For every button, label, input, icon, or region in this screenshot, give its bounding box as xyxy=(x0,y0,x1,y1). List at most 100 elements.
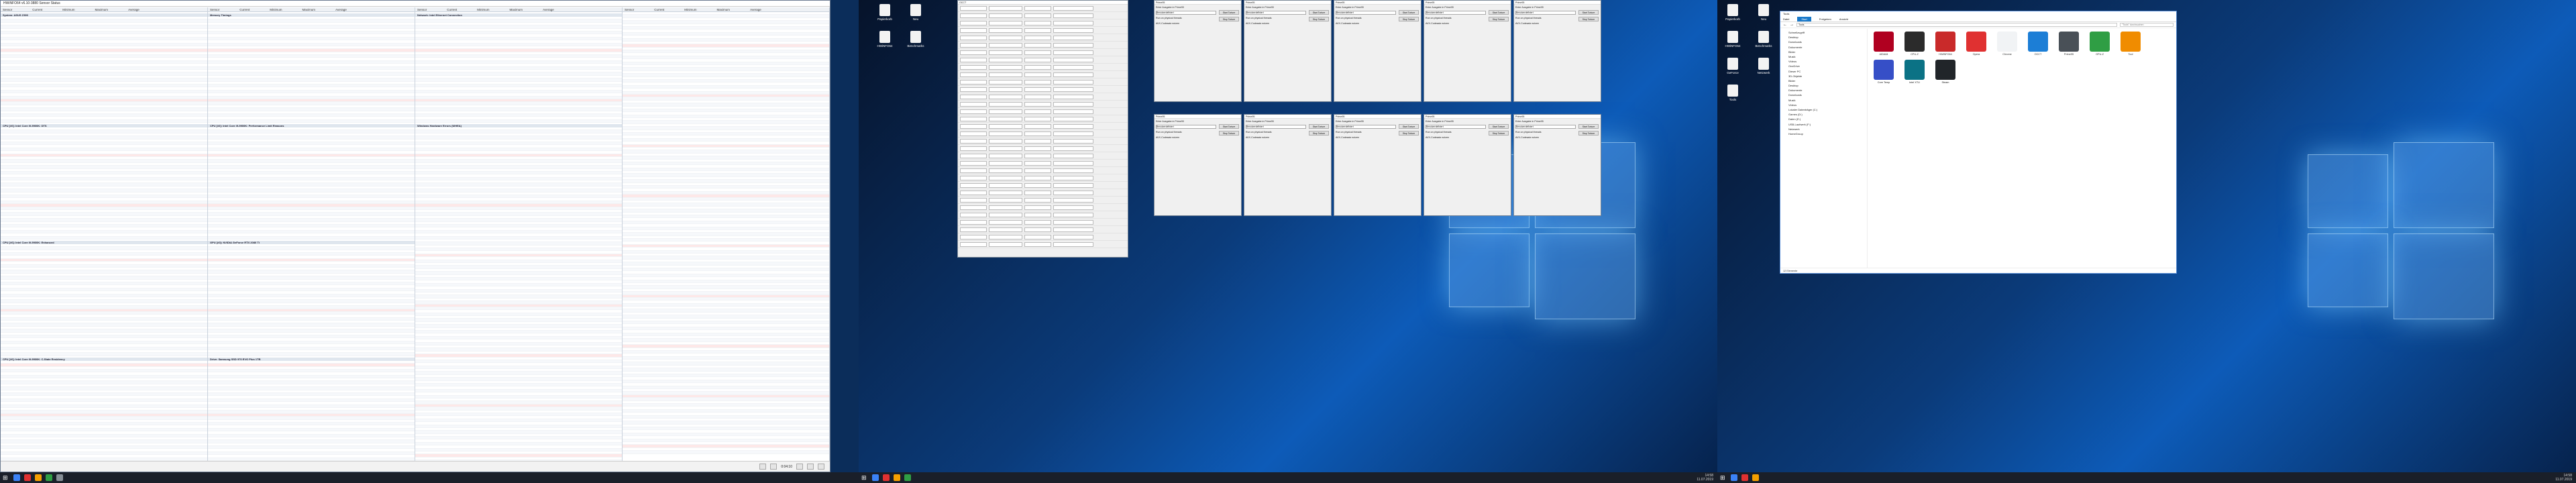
stop-torture-button[interactable]: Stop Torture xyxy=(1489,17,1509,21)
opera-icon[interactable] xyxy=(24,474,31,481)
form-field[interactable] xyxy=(1024,20,1051,25)
clock[interactable]: 14:58 11.07.2019 xyxy=(2555,474,2572,482)
form-field[interactable] xyxy=(1053,212,1093,217)
file-item[interactable]: Steam xyxy=(1932,60,1959,84)
form-field[interactable] xyxy=(1024,87,1051,92)
sensor-row[interactable] xyxy=(208,353,415,356)
sensor-row[interactable] xyxy=(1,353,207,356)
avx-checkbox[interactable]: AVX-Codesatz nutzen xyxy=(1244,21,1331,26)
nav-item[interactable]: Videos xyxy=(1782,59,1866,64)
start-torture-button[interactable]: Start Torture xyxy=(1578,124,1599,129)
tab-freigeben[interactable]: Freigeben xyxy=(1819,17,1831,21)
form-field[interactable] xyxy=(989,116,1022,121)
opera-icon[interactable] xyxy=(883,474,890,481)
form-field[interactable] xyxy=(960,109,987,114)
form-field[interactable] xyxy=(960,101,987,107)
form-field[interactable] xyxy=(1024,101,1051,107)
nav-item[interactable]: Games (D:) xyxy=(1782,112,1866,117)
nav-item[interactable]: Desktop xyxy=(1782,83,1866,88)
form-field[interactable] xyxy=(960,64,987,70)
form-field[interactable] xyxy=(989,168,1022,173)
form-field[interactable] xyxy=(1024,94,1051,99)
form-field[interactable] xyxy=(960,42,987,48)
form-field[interactable] xyxy=(1024,5,1051,11)
form-field[interactable] xyxy=(989,35,1022,40)
nav-item[interactable]: Musik xyxy=(1782,54,1866,59)
windows-start-icon[interactable]: ⊞ xyxy=(3,474,9,481)
form-field[interactable] xyxy=(989,20,1022,25)
form-field[interactable] xyxy=(1053,123,1093,129)
form-field[interactable] xyxy=(1024,197,1051,203)
form-field[interactable] xyxy=(960,123,987,129)
form-field[interactable] xyxy=(1053,109,1093,114)
file-item[interactable]: CPU-Z xyxy=(1901,32,1928,56)
sensor-row[interactable] xyxy=(415,119,622,123)
sensor-row[interactable] xyxy=(208,236,415,239)
prime95-window[interactable]: Prime95 Enter Ausgabe in Prime95 Benutzerd… xyxy=(1513,114,1601,216)
form-field[interactable] xyxy=(1053,57,1093,62)
form-field[interactable] xyxy=(960,160,987,166)
file-item[interactable]: Core Temp xyxy=(1870,60,1897,84)
form-field[interactable] xyxy=(1053,227,1093,232)
form-field[interactable] xyxy=(1024,123,1051,129)
form-field[interactable] xyxy=(1053,101,1093,107)
form-field[interactable] xyxy=(1053,94,1093,99)
form-field[interactable] xyxy=(1053,5,1093,11)
form-field[interactable] xyxy=(960,146,987,151)
tab-datei[interactable]: Datei xyxy=(1783,17,1789,21)
form-field[interactable] xyxy=(989,28,1022,33)
prime95-window[interactable]: Prime95 Enter Ausgabe in Prime95 Benutzerd… xyxy=(1244,114,1332,216)
tab-start[interactable]: Start xyxy=(1797,17,1811,21)
nav-item[interactable]: Daten (E:) xyxy=(1782,117,1866,121)
form-field[interactable] xyxy=(960,57,987,62)
form-field[interactable] xyxy=(1053,28,1093,33)
stress-tool-form[interactable]: OCCT xyxy=(957,0,1128,258)
form-field[interactable] xyxy=(960,79,987,85)
nav-item[interactable]: Musik xyxy=(1782,98,1866,103)
form-field[interactable] xyxy=(989,219,1022,225)
start-torture-button[interactable]: Start Torture xyxy=(1399,124,1419,129)
search-icon[interactable] xyxy=(13,474,20,481)
form-field[interactable] xyxy=(1053,35,1093,40)
folder-icon[interactable] xyxy=(894,474,900,481)
prime95-mode-select[interactable]: Benutzerdefiniert xyxy=(1336,11,1396,15)
next-arrow-icon[interactable] xyxy=(770,464,777,470)
search-input[interactable]: "Tools" durchsuchen xyxy=(2120,23,2174,27)
file-item[interactable]: Opera xyxy=(1963,32,1990,56)
avx-checkbox[interactable]: AVX-Codesatz nutzen xyxy=(1155,21,1241,26)
nav-item[interactable]: OneDrive xyxy=(1782,64,1866,68)
desktop-icon[interactable]: Benchmarks xyxy=(903,31,928,48)
avx-checkbox[interactable]: AVX-Codesatz nutzen xyxy=(1514,21,1601,26)
desktop-icon[interactable]: HWiNFO64 xyxy=(1720,31,1746,48)
hwinfo-taskbar-icon[interactable] xyxy=(56,474,63,481)
form-field[interactable] xyxy=(989,109,1022,114)
form-field[interactable] xyxy=(1053,219,1093,225)
forward-arrow-icon[interactable]: → xyxy=(1790,23,1794,27)
form-field[interactable] xyxy=(1053,234,1093,239)
form-field[interactable] xyxy=(989,234,1022,239)
form-field[interactable] xyxy=(960,94,987,99)
form-field[interactable] xyxy=(1024,153,1051,158)
form-field[interactable] xyxy=(1053,131,1093,136)
form-field[interactable] xyxy=(1024,57,1051,62)
form-field[interactable] xyxy=(1053,241,1093,247)
form-field[interactable] xyxy=(989,146,1022,151)
form-field[interactable] xyxy=(960,153,987,158)
stop-torture-button[interactable]: Stop Torture xyxy=(1309,17,1329,21)
nav-item[interactable]: Downloads xyxy=(1782,40,1866,44)
form-field[interactable] xyxy=(1024,138,1051,144)
form-field[interactable] xyxy=(1024,190,1051,195)
form-field[interactable] xyxy=(989,160,1022,166)
nav-item[interactable]: Bilder xyxy=(1782,50,1866,54)
prime95-window[interactable]: Prime95 Enter Ausgabe in Prime95 Benutzerd… xyxy=(1154,0,1242,102)
form-field[interactable] xyxy=(1024,175,1051,180)
form-field[interactable] xyxy=(1053,42,1093,48)
app-icon[interactable] xyxy=(46,474,52,481)
form-field[interactable] xyxy=(960,35,987,40)
prime95-window[interactable]: Prime95 Enter Ausgabe in Prime95 Benutzerd… xyxy=(1244,0,1332,102)
form-field[interactable] xyxy=(1024,42,1051,48)
tab-ansicht[interactable]: Ansicht xyxy=(1839,17,1848,21)
form-field[interactable] xyxy=(1024,28,1051,33)
prime95-mode-select[interactable]: Benutzerdefiniert xyxy=(1515,11,1576,15)
prime95-window[interactable]: Prime95 Enter Ausgabe in Prime95 Benutzerd… xyxy=(1334,0,1421,102)
